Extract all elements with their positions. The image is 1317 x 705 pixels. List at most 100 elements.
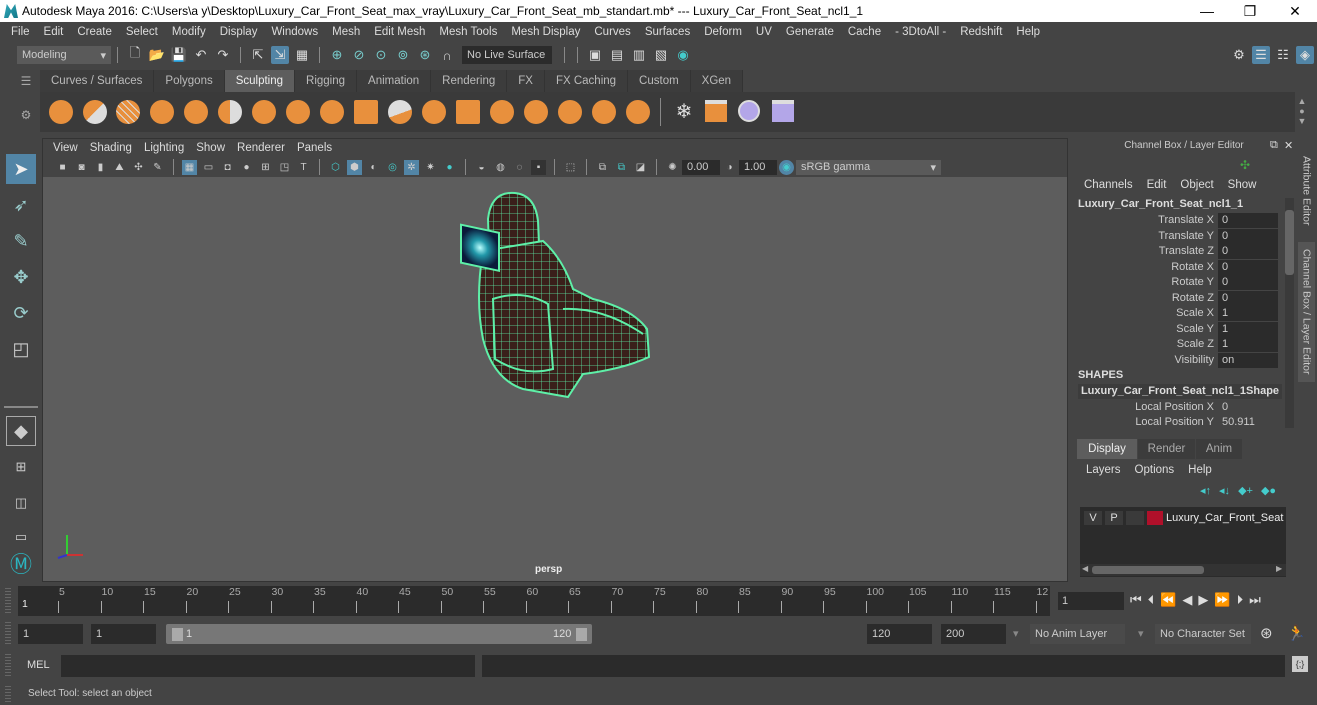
step-forward-frame-icon[interactable]: ⏵ bbox=[1237, 592, 1244, 608]
menu-3dtoall[interactable]: - 3DtoAll - bbox=[888, 26, 953, 38]
tab-anim[interactable]: Anim bbox=[1196, 439, 1242, 459]
channel-row[interactable]: Rotate Y 0 bbox=[1072, 275, 1282, 290]
tab-curves-surfaces[interactable]: Curves / Surfaces bbox=[40, 70, 155, 92]
float-panel-icon[interactable]: ⧉ bbox=[1270, 139, 1278, 152]
viewport-menu-shading[interactable]: Shading bbox=[86, 142, 140, 154]
menu-generate[interactable]: Generate bbox=[779, 26, 841, 38]
redo-icon[interactable]: ↷ bbox=[214, 46, 232, 64]
step-back-key-icon[interactable]: ⏪ bbox=[1160, 592, 1176, 608]
undo-icon[interactable]: ↶ bbox=[192, 46, 210, 64]
channel-value[interactable]: 0 bbox=[1218, 275, 1278, 290]
camera-icon[interactable]: ■ bbox=[55, 160, 70, 175]
attribute-editor-toggle-icon[interactable]: ☰ bbox=[1252, 46, 1270, 64]
viewport-menu-renderer[interactable]: Renderer bbox=[233, 142, 293, 154]
layer-hscrollbar[interactable]: ◀ ▶ bbox=[1080, 564, 1286, 576]
stamp-editor-icon[interactable] bbox=[772, 100, 794, 122]
scale-tool-icon[interactable]: ◰ bbox=[6, 334, 36, 364]
snap-grid-icon[interactable]: ⊕ bbox=[328, 46, 346, 64]
render-settings-icon[interactable]: ▧ bbox=[652, 46, 670, 64]
tab-channel-box-layer-editor[interactable]: Channel Box / Layer Editor bbox=[1298, 242, 1315, 382]
menu-mesh[interactable]: Mesh bbox=[325, 26, 367, 38]
move-layer-down-icon[interactable]: ◂↓ bbox=[1219, 484, 1230, 497]
layer-row[interactable]: V P Luxury_Car_Front_Seat bbox=[1084, 509, 1284, 527]
auto-key-icon[interactable]: ⊛ bbox=[1260, 624, 1273, 642]
viewport-menu-lighting[interactable]: Lighting bbox=[140, 142, 192, 154]
grid-icon[interactable]: ▦ bbox=[182, 159, 197, 175]
minimize-button[interactable]: — bbox=[1185, 0, 1229, 22]
menu-surfaces[interactable]: Surfaces bbox=[638, 26, 697, 38]
tab-attribute-editor[interactable]: Attribute Editor bbox=[1298, 146, 1315, 236]
tab-sculpting[interactable]: Sculpting bbox=[224, 70, 296, 92]
sculpt-settings-icon[interactable] bbox=[705, 100, 727, 122]
gamma-icon[interactable]: ◑ bbox=[722, 160, 737, 175]
tab-render[interactable]: Render bbox=[1138, 439, 1195, 459]
menu-edit-mesh[interactable]: Edit Mesh bbox=[367, 26, 432, 38]
scrollbar-thumb[interactable] bbox=[1092, 566, 1204, 574]
range-grip[interactable] bbox=[5, 622, 11, 646]
script-editor-icon[interactable]: {;} bbox=[1292, 656, 1308, 672]
ipr-render-icon[interactable]: ▥ bbox=[630, 46, 648, 64]
playback-end-field[interactable]: 120 bbox=[867, 624, 932, 644]
exposure-field[interactable]: 0.00 bbox=[682, 159, 720, 175]
channel-row[interactable]: Visibility on bbox=[1072, 352, 1282, 368]
tab-rendering[interactable]: Rendering bbox=[431, 70, 508, 92]
bookmark-icon[interactable]: ▮ bbox=[93, 160, 108, 175]
command-input[interactable] bbox=[61, 655, 475, 677]
open-scene-icon[interactable]: 📂 bbox=[148, 46, 166, 64]
smooth-shade-icon[interactable]: ⬢ bbox=[347, 159, 362, 175]
channel-value[interactable]: 1 bbox=[1218, 321, 1278, 337]
timeline-grip[interactable] bbox=[5, 588, 11, 614]
select-object-icon[interactable]: ⇲ bbox=[271, 46, 289, 64]
safe-title-icon[interactable]: T bbox=[296, 160, 311, 175]
new-layer-icon[interactable]: ◆+ bbox=[1238, 484, 1253, 497]
channel-row[interactable]: Translate Z 0 bbox=[1072, 244, 1282, 259]
viewport-menu-panels[interactable]: Panels bbox=[293, 142, 340, 154]
gate-mask-icon[interactable]: ● bbox=[239, 160, 254, 175]
channel-row[interactable]: Scale X 1 bbox=[1072, 306, 1282, 321]
color-management-icon[interactable]: ◉ bbox=[779, 159, 794, 175]
animation-end-field[interactable]: 200 bbox=[941, 624, 1006, 644]
range-slider[interactable]: 1 120 bbox=[166, 624, 592, 644]
playback-start-field[interactable]: 1 bbox=[91, 624, 156, 644]
channel-value[interactable]: 50.911 bbox=[1218, 415, 1278, 430]
menu-edit[interactable]: Edit bbox=[37, 26, 71, 38]
flatten-tool-icon[interactable] bbox=[218, 100, 242, 124]
shelf-scroll[interactable]: ▲ ● ▼ bbox=[1296, 96, 1308, 128]
menu-mesh-tools[interactable]: Mesh Tools bbox=[432, 26, 504, 38]
snap-view-plane-icon[interactable]: ⊚ bbox=[394, 46, 412, 64]
current-frame-field[interactable]: 1 bbox=[1058, 592, 1124, 610]
channel-row[interactable]: Scale Y 1 bbox=[1072, 321, 1282, 337]
channel-row[interactable]: Translate Y 0 bbox=[1072, 228, 1282, 244]
grab-tool-icon[interactable] bbox=[150, 100, 174, 124]
channel-row[interactable]: Local Position X 0 bbox=[1072, 400, 1282, 415]
safe-action-icon[interactable]: ◳ bbox=[277, 160, 292, 175]
close-panel-icon[interactable]: ✕ bbox=[1284, 139, 1293, 152]
render-current-icon[interactable]: ▤ bbox=[608, 46, 626, 64]
bulge-tool-icon[interactable] bbox=[558, 100, 582, 124]
magnet-icon[interactable]: ∩ bbox=[438, 46, 456, 64]
scroll-right-icon[interactable]: ▶ bbox=[1276, 564, 1282, 573]
range-end-handle[interactable] bbox=[576, 628, 587, 641]
lasso-tool-icon[interactable]: ➶ bbox=[6, 190, 36, 220]
channel-value[interactable]: 0 bbox=[1218, 244, 1278, 259]
new-layer-from-selection-icon[interactable]: ◆● bbox=[1261, 484, 1276, 497]
channel-value[interactable]: 0 bbox=[1218, 213, 1278, 228]
anim-layer-dropdown[interactable]: No Anim Layer bbox=[1030, 624, 1125, 644]
tab-fx[interactable]: FX bbox=[507, 70, 545, 92]
two-view-layout-icon[interactable]: ◫ bbox=[6, 488, 36, 518]
channel-value[interactable]: 0 bbox=[1218, 228, 1278, 244]
chevron-down-icon[interactable]: ▾ bbox=[1138, 627, 1144, 640]
menu-help[interactable]: Help bbox=[1188, 464, 1212, 476]
menu-uv[interactable]: UV bbox=[749, 26, 779, 38]
play-backwards-icon[interactable]: ◀ bbox=[1182, 592, 1192, 608]
menu-deform[interactable]: Deform bbox=[697, 26, 749, 38]
tab-rigging[interactable]: Rigging bbox=[295, 70, 358, 92]
animation-preferences-icon[interactable]: 🏃 bbox=[1287, 624, 1306, 642]
menu-curves[interactable]: Curves bbox=[587, 26, 637, 38]
gamma-field[interactable]: 1.00 bbox=[739, 159, 777, 175]
imprint-tool-icon[interactable] bbox=[354, 100, 378, 124]
maximize-button[interactable]: ❐ bbox=[1228, 0, 1272, 22]
resolution-gate-icon[interactable]: ◘ bbox=[220, 160, 235, 175]
layer-name[interactable]: Luxury_Car_Front_Seat bbox=[1166, 512, 1283, 524]
wireframe-icon[interactable]: ⬡ bbox=[328, 160, 343, 175]
